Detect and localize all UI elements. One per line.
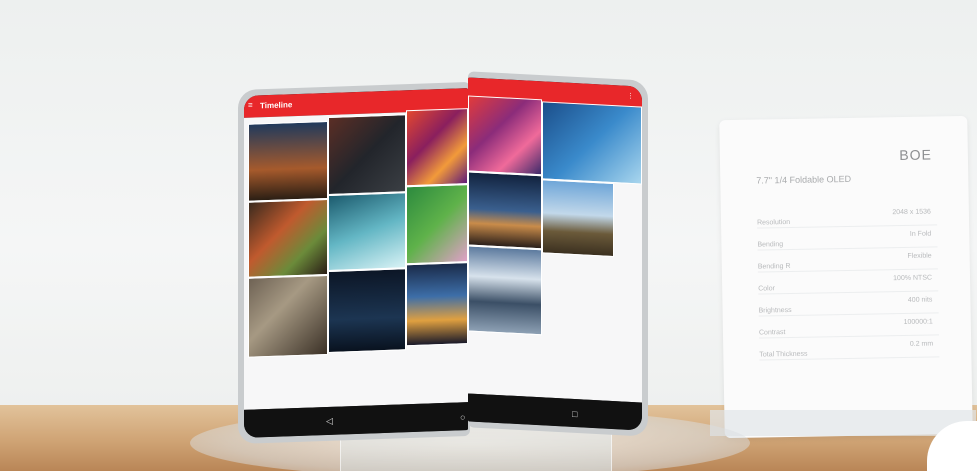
photo-tile[interactable] [468, 171, 542, 250]
back-button[interactable]: ◁ [326, 416, 333, 427]
photo-tile[interactable] [468, 95, 542, 176]
photo-tile[interactable] [542, 101, 642, 185]
photo-tile[interactable] [406, 108, 468, 187]
photo-tile[interactable] [468, 245, 542, 336]
app-title: Timeline [260, 100, 293, 111]
overflow-icon[interactable]: ⋮ [627, 92, 634, 100]
photo-tile[interactable] [406, 262, 468, 347]
photo-tile[interactable] [248, 274, 328, 358]
photo-grid [244, 108, 468, 410]
foldable-phone: ≡ Timeline ◁ ○ ⋮ □ [0, 0, 977, 471]
photo-tile[interactable] [328, 192, 406, 271]
photo-tile[interactable] [248, 198, 328, 278]
home-button[interactable]: ○ [460, 412, 465, 422]
photo-tile[interactable] [328, 268, 406, 353]
photo-tile[interactable] [406, 184, 468, 265]
photo-grid-right [468, 95, 642, 403]
screen-left: ≡ Timeline ◁ ○ [244, 88, 468, 438]
photo-tile[interactable] [542, 179, 614, 258]
photo-tile[interactable] [328, 114, 406, 195]
screen-right: ⋮ □ [468, 77, 642, 431]
menu-icon[interactable]: ≡ [248, 101, 253, 110]
photo-scene: BOE 7.7" 1/4 Foldable OLED Resolution 204… [0, 0, 977, 471]
recent-apps-button[interactable]: □ [572, 409, 577, 419]
photo-tile[interactable] [248, 120, 328, 202]
